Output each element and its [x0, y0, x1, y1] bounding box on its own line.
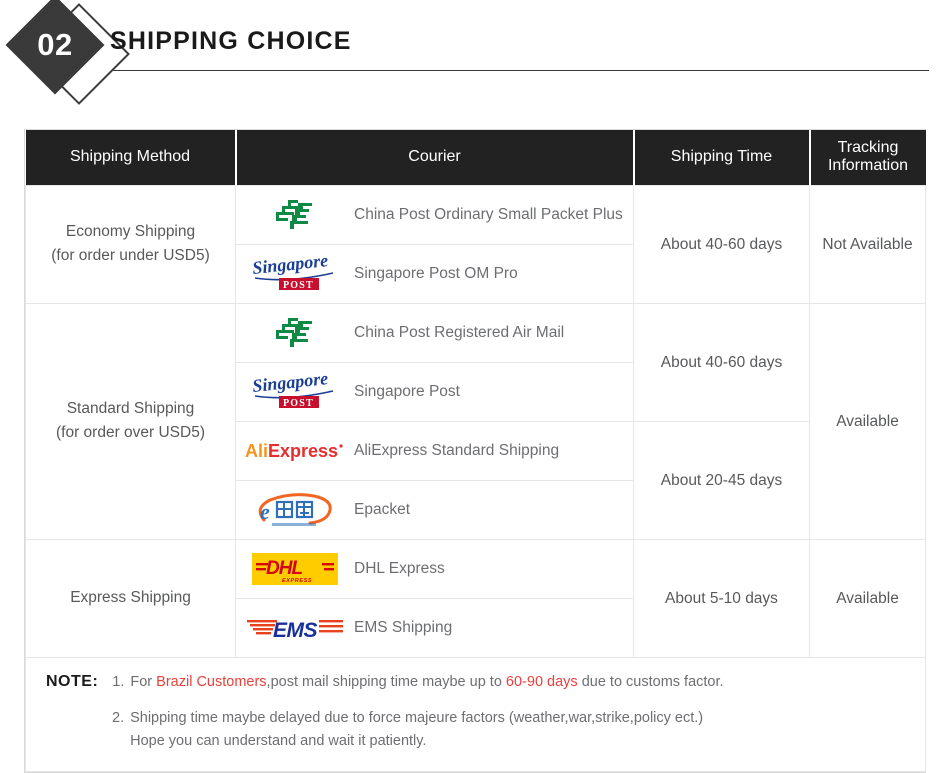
page-title: SHIPPING CHOICE [110, 27, 352, 56]
shipping-table-container: Shipping Method Courier Shipping Time Tr… [24, 129, 926, 773]
courier-name: EMS Shipping [354, 617, 633, 639]
courier-name: China Post Ordinary Small Packet Plus [354, 204, 633, 226]
courier-name: AliExpress Standard Shipping [354, 440, 633, 462]
cell-shipping-time: About 40-60 days [634, 185, 810, 303]
note-item2-line1: Shipping time maybe delayed due to force… [130, 710, 703, 726]
cell-courier: China Post Registered Air Mail [236, 303, 634, 362]
svg-text:e: e [260, 499, 270, 524]
column-header-tracking-information: Tracking Information [810, 130, 926, 185]
svg-text:Ali: Ali [245, 441, 268, 461]
cell-shipping-method: Express Shipping [26, 539, 236, 657]
method-line1: Express Shipping [34, 586, 227, 610]
cell-courier: e Epacket [236, 480, 634, 539]
note-section: NOTE: 1. For Brazil Customers,post mail … [26, 657, 926, 771]
note-item1-part2: ,post mail shipping time maybe up to [267, 674, 506, 690]
courier-name: DHL Express [354, 558, 633, 580]
china-post-logo [236, 195, 354, 235]
cell-shipping-time: About 5-10 days [634, 539, 810, 657]
note-item2-text: Shipping time maybe delayed due to force… [130, 707, 703, 753]
singapore-post-logo: Singapore POST [236, 257, 354, 291]
method-line2: (for order over USD5) [34, 421, 227, 445]
method-line1: Standard Shipping [34, 397, 227, 421]
note-item1-highlight-days: 60-90 days [506, 674, 578, 690]
cell-shipping-time: About 40-60 days [634, 303, 810, 421]
section-banner: 02 SHIPPING CHOICE [0, 0, 950, 118]
cell-courier: Singapore POST Singapore Post [236, 362, 634, 421]
shipping-table: Shipping Method Courier Shipping Time Tr… [25, 130, 926, 772]
courier-name: Singapore Post [354, 381, 633, 403]
method-line2: (for order under USD5) [34, 244, 227, 268]
cell-courier: China Post Ordinary Small Packet Plus [236, 185, 634, 244]
cell-courier: Ali Express AliExpress Standard Shipping [236, 421, 634, 480]
note-item1-number: 1. [112, 674, 124, 690]
column-header-courier: Courier [236, 130, 634, 185]
ems-logo: EMS [236, 613, 354, 643]
banner-rule [95, 70, 929, 71]
tracking-header-line2: Information [828, 157, 908, 174]
note-item2-line2: Hope you can understand and wait it pati… [130, 733, 426, 749]
table-row: Express Shipping DHL EX [26, 539, 926, 598]
method-line1: Economy Shipping [34, 220, 227, 244]
aliexpress-logo: Ali Express [236, 438, 354, 464]
svg-text:POST: POST [283, 280, 314, 291]
svg-text:Express: Express [268, 441, 338, 461]
table-header-row: Shipping Method Courier Shipping Time Tr… [26, 130, 926, 185]
cell-courier: Singapore POST Singapore Post OM Pro [236, 244, 634, 303]
note-item2-number: 2. [112, 710, 124, 726]
cell-tracking-information: Not Available [810, 185, 926, 303]
courier-name: Epacket [354, 499, 633, 521]
svg-text:POST: POST [283, 398, 314, 409]
cell-tracking-information: Available [810, 539, 926, 657]
cell-courier: DHL EXPRESS DHL Express [236, 539, 634, 598]
table-row: Standard Shipping (for order over USD5) [26, 303, 926, 362]
cell-shipping-time: About 20-45 days [634, 421, 810, 539]
column-header-shipping-time: Shipping Time [634, 130, 810, 185]
step-number: 02 [20, 10, 90, 80]
courier-name: China Post Registered Air Mail [354, 322, 633, 344]
note-label: NOTE: [46, 673, 98, 691]
cell-shipping-method: Standard Shipping (for order over USD5) [26, 303, 236, 539]
note-item1-highlight-brazil: Brazil Customers [156, 674, 266, 690]
cell-shipping-method: Economy Shipping (for order under USD5) [26, 185, 236, 303]
note-item1-text: For Brazil Customers,post mail shipping … [130, 672, 723, 693]
svg-text:DHL: DHL [266, 558, 302, 579]
singapore-post-logo: Singapore POST [236, 375, 354, 409]
column-header-shipping-method: Shipping Method [26, 130, 236, 185]
cell-courier: EMS EMS Shipping [236, 598, 634, 657]
svg-text:Singapore: Singapore [251, 257, 329, 278]
note-item1-part3: due to customs factor. [578, 674, 724, 690]
note-row: NOTE: 1. For Brazil Customers,post mail … [26, 657, 926, 771]
china-post-logo [236, 313, 354, 353]
svg-text:EMS: EMS [273, 619, 318, 642]
note-item1-part1: For [130, 674, 156, 690]
svg-text:Singapore: Singapore [251, 375, 329, 396]
tracking-header-line1: Tracking [838, 139, 899, 156]
cell-tracking-information: Available [810, 303, 926, 539]
courier-name: Singapore Post OM Pro [354, 263, 633, 285]
epacket-logo: e [236, 490, 354, 530]
svg-text:EXPRESS: EXPRESS [282, 578, 312, 584]
table-row: Economy Shipping (for order under USD5) [26, 185, 926, 244]
dhl-logo: DHL EXPRESS [236, 553, 354, 585]
